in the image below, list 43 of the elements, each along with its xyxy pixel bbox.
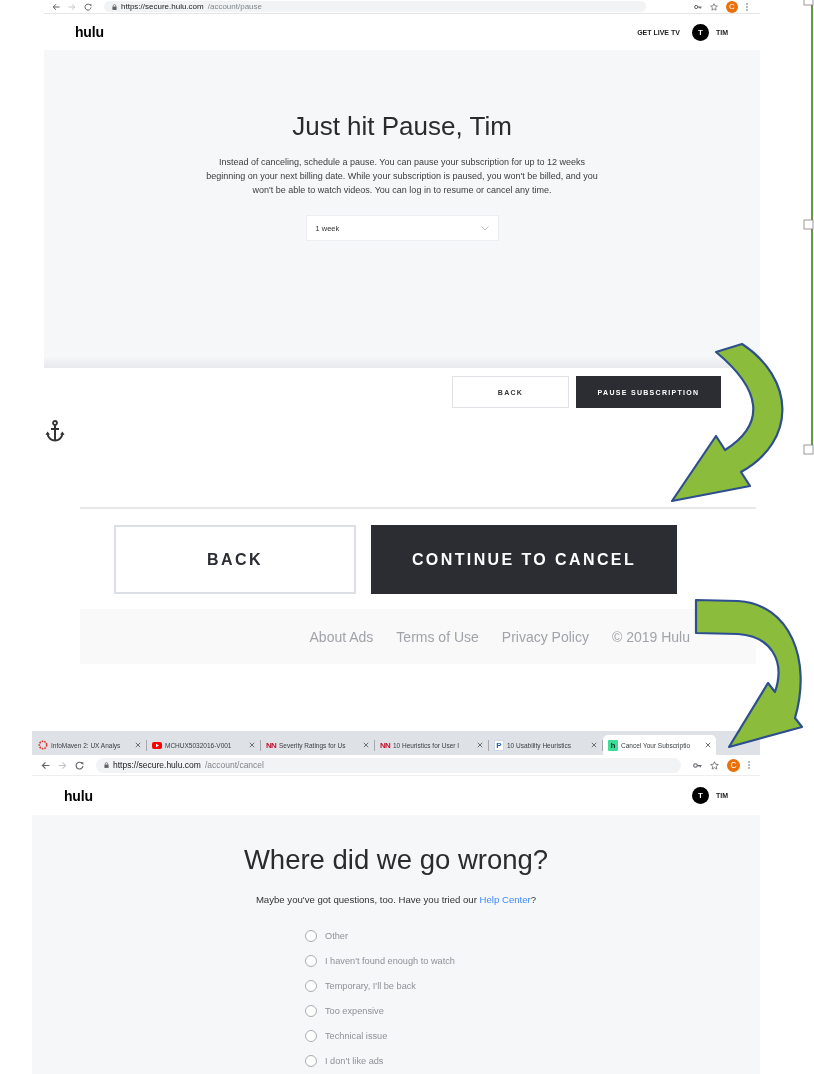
favicon-logo: NN xyxy=(380,739,390,751)
back-arrow-icon[interactable] xyxy=(41,760,50,770)
radio-button[interactable] xyxy=(305,979,317,992)
avatar[interactable]: T xyxy=(691,787,709,804)
key-icon[interactable] xyxy=(693,760,702,770)
chevron-icon xyxy=(480,225,489,231)
close-icon[interactable] xyxy=(363,742,369,748)
bookmark-star-icon[interactable] xyxy=(710,760,719,770)
back-arrow-icon[interactable] xyxy=(52,2,60,11)
close-icon[interactable] xyxy=(591,742,597,748)
key-icon[interactable] xyxy=(694,2,702,11)
address-bar[interactable]: https://secure.hulu.com /account/cancel xyxy=(96,757,681,773)
back-button[interactable]: BACK xyxy=(114,525,356,594)
avatar[interactable]: T xyxy=(691,23,709,41)
reload-icon[interactable] xyxy=(84,2,92,11)
help-text: Maybe you've got questions, too. Have you tried our Help Center? xyxy=(255,894,537,905)
favicon-logo: P xyxy=(494,739,504,751)
close-icon[interactable] xyxy=(135,742,141,748)
play-icon xyxy=(152,741,162,749)
radio-button[interactable] xyxy=(305,954,317,967)
radio-button[interactable] xyxy=(305,1029,317,1042)
page-title: Where did we go wrong? xyxy=(243,844,549,876)
close-icon[interactable] xyxy=(477,742,483,748)
lock-icon xyxy=(104,762,109,768)
lock-icon xyxy=(112,3,117,10)
address-bar[interactable]: https://secure.hulu.com /account/pause xyxy=(104,1,646,12)
continue-to-cancel-button[interactable]: CONTINUE TO CANCEL xyxy=(371,525,677,594)
favicon-logo: NN xyxy=(266,739,276,751)
bookmark-star-icon[interactable] xyxy=(710,2,718,11)
favicon-logo: h xyxy=(608,739,618,751)
reload-icon[interactable] xyxy=(75,760,84,770)
logo[interactable]: hulu xyxy=(64,787,93,804)
radio-button[interactable] xyxy=(305,1004,317,1017)
anchor-icon xyxy=(45,420,65,442)
radio-button[interactable] xyxy=(305,1054,317,1067)
ring-icon xyxy=(38,740,48,750)
description: Instead of canceling, schedule a pause. You can pause your subscription for up to 12 weeks beginning on your next billing date. While your subscription is paused, you won't be billed, and you won't be able to watch videos. You can log in to resume or cancel any time. xyxy=(205,156,599,197)
page-title: Just hit Pause, Tim xyxy=(292,110,512,142)
radio-button[interactable] xyxy=(305,929,317,942)
copyright: © 2019 Hulu xyxy=(611,628,690,645)
close-icon[interactable] xyxy=(249,742,255,748)
close-icon[interactable] xyxy=(705,742,711,748)
logo[interactable]: hulu xyxy=(75,24,104,40)
